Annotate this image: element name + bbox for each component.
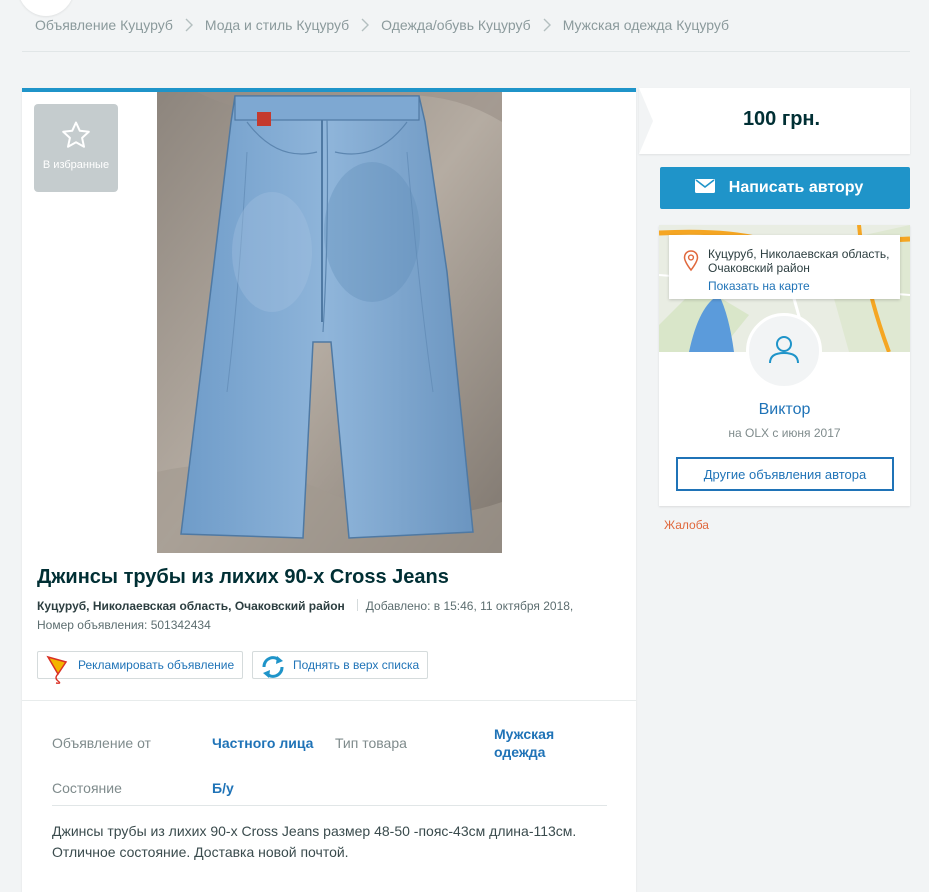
bump-ad-button[interactable]: Поднять в верх списка (252, 651, 428, 679)
attr-label-seller-type: Объявление от (52, 735, 151, 751)
chevron-right-icon (361, 18, 370, 32)
attr-label-product-type: Тип товара (335, 735, 407, 751)
chevron-right-icon (543, 18, 551, 32)
breadcrumb-item-menswear[interactable]: Мужская одежда Куцуруб (563, 17, 729, 33)
star-icon (34, 120, 118, 155)
write-author-label: Написать автору (728, 179, 864, 196)
listing-photo[interactable] (157, 92, 502, 553)
avatar[interactable] (746, 313, 822, 389)
bump-ad-label: Поднять в верх списка (293, 658, 420, 672)
price-label: 100 грн. (742, 108, 821, 130)
breadcrumb-item-ads[interactable]: Объявление Куцуруб (35, 17, 173, 33)
divider (22, 51, 910, 52)
breadcrumb: Объявление Куцуруб Мода и стиль Куцуруб … (35, 17, 729, 33)
chevron-right-icon (185, 18, 193, 32)
listing-title: Джинсы трубы из лихих 90-х Cross Jeans (37, 566, 449, 588)
breadcrumb-item-fashion[interactable]: Мода и стиль Куцуруб (205, 17, 349, 33)
listing-location[interactable]: Куцуруб, Николаевская область, Очаковски… (37, 599, 345, 613)
listing-ad-number: Номер объявления: 501342434 (37, 618, 211, 632)
author-since: на OLX с июня 2017 (728, 426, 841, 440)
listing-card: В избранные Джинсы трубы из лихих 90-х C… (22, 88, 636, 892)
write-author-button[interactable]: Написать автору (660, 167, 910, 209)
listing-description: Джинсы трубы из лихих 90-х Cross Jeans р… (52, 823, 577, 860)
attr-value-product-type[interactable]: Мужская одежда (494, 725, 584, 761)
price-box: 100 грн. (639, 88, 910, 154)
attr-value-seller-type[interactable]: Частного лица (212, 734, 313, 752)
header-strip: Объявление Куцуруб Мода и стиль Куцуруб … (0, 0, 929, 52)
favorites-label: В избранные (42, 159, 110, 171)
breadcrumb-item-clothing[interactable]: Одежда/обувь Куцуруб (381, 17, 531, 33)
author-name[interactable]: Виктор (659, 401, 910, 419)
kite-icon (44, 654, 70, 687)
complaint-link[interactable]: Жалоба (664, 518, 709, 532)
listing-meta: Куцуруб, Николаевская область, Очаковски… (37, 597, 617, 635)
listing-added-date: Добавлено: в 15:46, 11 октября 2018, (365, 599, 574, 613)
promote-ad-label: Рекламировать объявление (78, 658, 235, 672)
attr-value-condition[interactable]: Б/у (212, 779, 234, 797)
location-popup: Куцуруб, Николаевская область, Очаковски… (669, 235, 900, 299)
attr-label-condition: Состояние (52, 780, 122, 796)
add-to-favorites-button[interactable]: В избранные (34, 104, 118, 192)
show-on-map-link[interactable]: Показать на карте (708, 279, 810, 293)
other-ads-button[interactable]: Другие объявления автора (676, 457, 894, 491)
author-location: Куцуруб, Николаевская область, Очаковски… (708, 247, 890, 275)
author-card: Куцуруб, Николаевская область, Очаковски… (659, 225, 910, 506)
meta-divider (356, 599, 358, 611)
divider (22, 700, 636, 701)
divider (52, 805, 607, 806)
logo-bubble[interactable] (18, 0, 74, 16)
promote-ad-button[interactable]: Рекламировать объявление (37, 651, 243, 684)
user-icon (767, 334, 801, 369)
map-pin-icon (683, 250, 699, 277)
refresh-icon (259, 654, 287, 683)
envelope-icon (694, 178, 715, 198)
